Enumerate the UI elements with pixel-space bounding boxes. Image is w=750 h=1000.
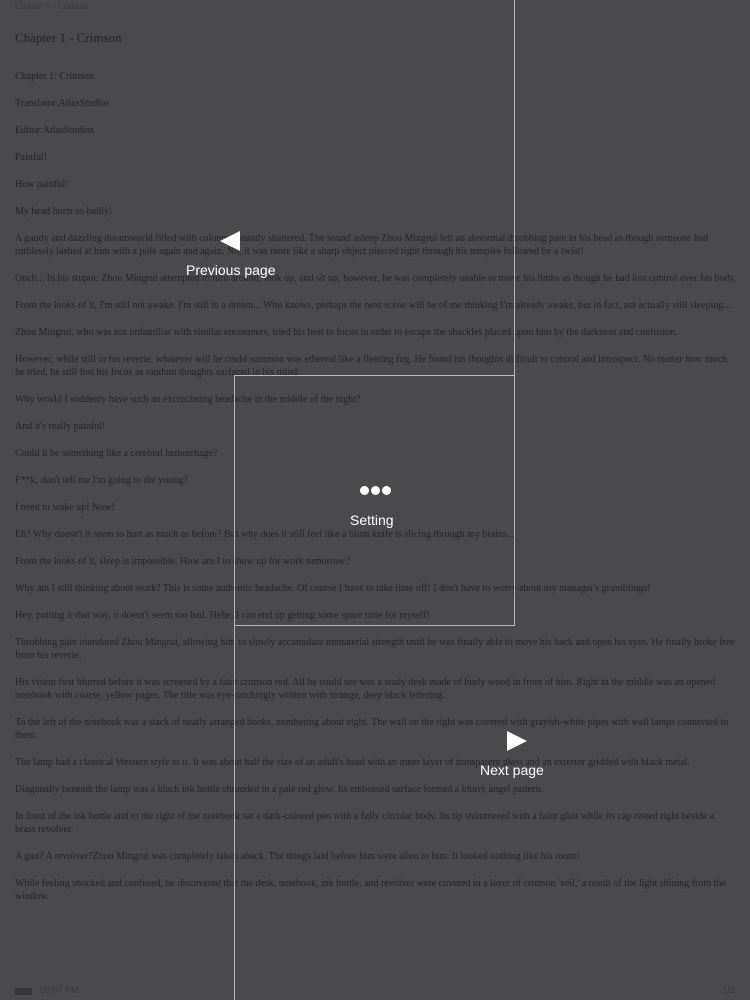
zone-divider-bottom xyxy=(234,625,515,626)
triangle-right-icon xyxy=(507,731,527,751)
clock-time: 09:07 PM xyxy=(40,985,79,995)
previous-page-label: Previous page xyxy=(186,262,276,278)
next-page-label: Next page xyxy=(480,762,544,778)
zone-divider-top xyxy=(234,375,515,376)
zone-divider-vertical-left xyxy=(234,375,235,1000)
next-page-zone[interactable]: Next page xyxy=(235,625,750,1000)
previous-page-zone[interactable]: Previous page xyxy=(0,0,515,375)
ellipsis-icon xyxy=(360,486,392,495)
zone-divider-vertical-right xyxy=(514,0,515,625)
battery-icon xyxy=(15,988,32,995)
triangle-left-icon xyxy=(220,231,240,251)
settings-label: Setting xyxy=(350,512,394,528)
settings-zone[interactable]: Setting xyxy=(235,375,515,625)
